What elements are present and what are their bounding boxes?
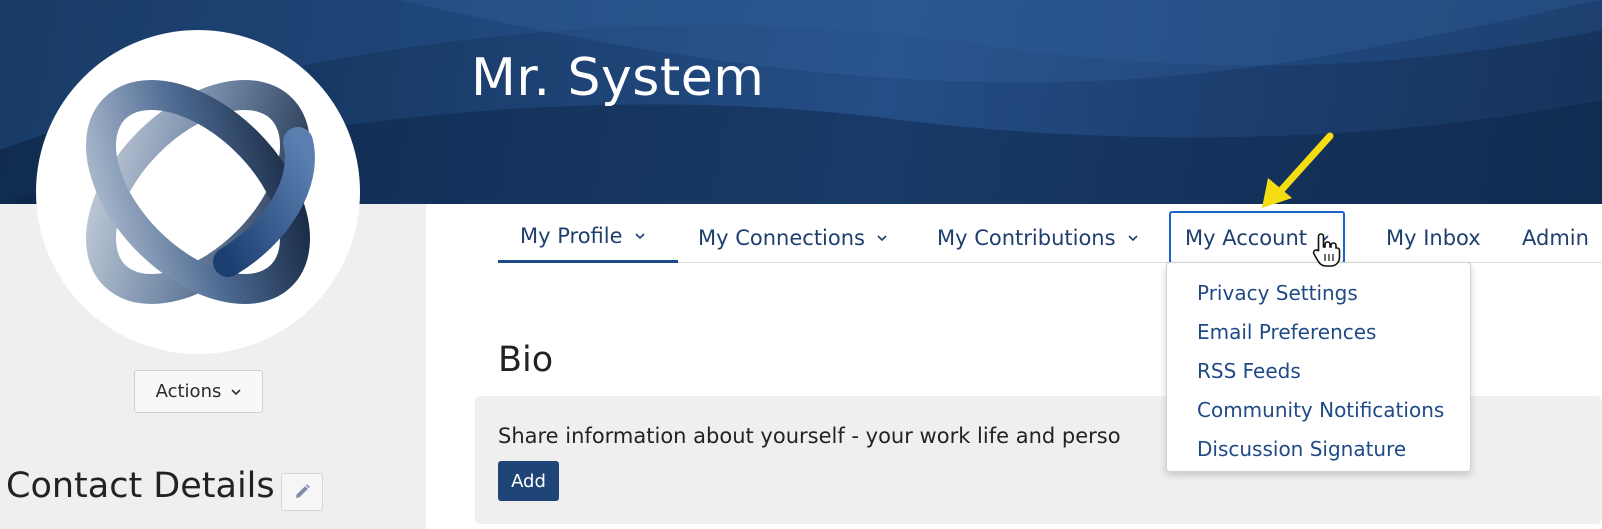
tab-label: My Inbox	[1386, 225, 1481, 250]
menu-item-discussion-signature[interactable]: Discussion Signature	[1167, 429, 1470, 468]
chevron-down-icon	[877, 234, 887, 241]
add-bio-button[interactable]: Add	[498, 461, 559, 501]
chevron-down-icon	[231, 388, 241, 395]
chevron-down-icon	[1127, 234, 1138, 241]
tab-my-contributions[interactable]: My Contributions	[937, 212, 1138, 263]
hand-pointer-icon	[1312, 233, 1341, 267]
pencil-icon	[296, 484, 310, 498]
actions-label: Actions	[155, 381, 222, 402]
actions-button[interactable]: Actions	[134, 370, 263, 413]
yellow-arrow-icon	[1262, 132, 1334, 208]
menu-item-rss-feeds[interactable]: RSS Feeds	[1167, 351, 1470, 390]
tab-my-profile[interactable]: My Profile	[498, 212, 678, 263]
profile-tabs: My Profile My Connections My Contributio…	[498, 211, 1602, 264]
tab-my-inbox[interactable]: My Inbox	[1386, 212, 1481, 263]
contact-details-title: Contact Details	[6, 466, 275, 506]
tab-my-connections[interactable]: My Connections	[698, 212, 887, 263]
menu-item-community-notifications[interactable]: Community Notifications	[1167, 390, 1470, 429]
edit-contact-button[interactable]	[281, 473, 323, 511]
bio-title: Bio	[498, 340, 554, 380]
avatar	[36, 30, 360, 354]
tab-admin[interactable]: Admin	[1522, 212, 1589, 263]
tab-label: My Contributions	[937, 225, 1116, 250]
menu-item-email-preferences[interactable]: Email Preferences	[1167, 312, 1470, 351]
chevron-down-icon	[634, 233, 645, 240]
tab-label: Admin	[1522, 225, 1589, 250]
tab-label: My Profile	[520, 224, 623, 248]
bio-prompt: Share information about yourself - your …	[498, 424, 1121, 448]
my-account-menu: Privacy Settings Email Preferences RSS F…	[1166, 262, 1471, 472]
tab-label: My Account	[1185, 225, 1308, 250]
menu-item-privacy-settings[interactable]: Privacy Settings	[1167, 273, 1470, 312]
tab-label: My Connections	[698, 225, 865, 250]
rings-logo-icon	[85, 79, 315, 305]
profile-name: Mr. System	[471, 48, 765, 108]
